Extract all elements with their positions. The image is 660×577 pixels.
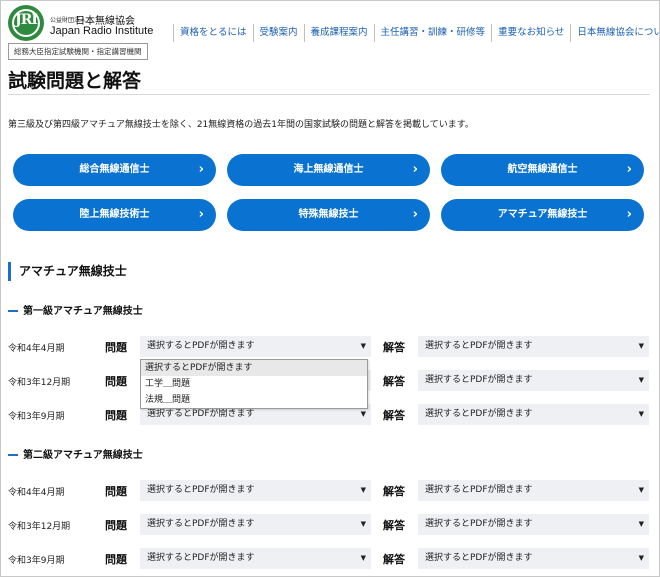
exam-period-label: 令和4年4月期: [8, 344, 65, 354]
org-name-en: Japan Radio Institute: [50, 25, 154, 37]
answer-label: 解答: [383, 409, 405, 422]
answer-label: 解答: [383, 341, 405, 354]
category-label: アマチュア無線技士: [497, 209, 588, 220]
chevron-right-icon: ›: [626, 162, 632, 177]
designation-badge: 総務大臣指定試験機関・指定講習機関: [8, 43, 148, 60]
category-button-maritime[interactable]: 海上無線通信士 ›: [227, 154, 430, 186]
dropdown-option[interactable]: 工学＿問題: [141, 376, 367, 392]
exam-period-label: 令和4年4月期: [8, 488, 65, 498]
page-lead: 第三級及び第四級アマチュア無線技士を除く、21無線資格の過去1年間の国家試験の問…: [8, 120, 474, 130]
problem-select[interactable]: 選択するとPDFが開きます▼: [140, 514, 371, 535]
category-grid: 総合無線通信士 › 海上無線通信士 › 航空無線通信士 › 陸上無線技術士 › …: [13, 154, 645, 232]
category-label: 海上無線通信士: [293, 164, 364, 175]
answer-select[interactable]: 選択するとPDFが開きます ▼: [418, 514, 649, 535]
exam-period-label: 令和3年12月期: [8, 522, 71, 532]
answer-label: 解答: [383, 485, 405, 498]
dropdown-option[interactable]: 法規＿問題: [141, 392, 367, 408]
dropdown-option[interactable]: 選択するとPDFが開きます: [141, 360, 367, 376]
site-logo[interactable]: JRI 公益財団法人 日本無線協会 Japan Radio Institute …: [8, 5, 153, 60]
nav-item-qualification[interactable]: 資格をとるには: [173, 24, 253, 42]
nav-item-notices[interactable]: 重要なお知らせ: [491, 24, 570, 42]
page-title: 試験問題と解答: [8, 70, 142, 92]
answer-select[interactable]: 選択するとPDFが開きます ▼: [418, 480, 649, 501]
chevron-right-icon: ›: [412, 162, 418, 177]
answer-label: 解答: [383, 375, 405, 388]
answer-select[interactable]: 選択するとPDFが開きます ▼: [418, 404, 649, 425]
problem-label: 問題: [105, 341, 127, 354]
answer-select[interactable]: 選択するとPDFが開きます ▼: [418, 370, 649, 391]
group-title-first-class: 第一級アマチュア無線技士: [8, 302, 143, 317]
triangle-down-icon: ▼: [360, 342, 366, 350]
category-button-amateur[interactable]: アマチュア無線技士 ›: [441, 199, 644, 231]
answer-label: 解答: [383, 519, 405, 532]
group-title-second-class: 第二級アマチュア無線技士: [8, 446, 143, 461]
dash-icon: [8, 310, 18, 312]
triangle-down-icon: ▼: [638, 554, 644, 562]
dash-icon: [8, 454, 18, 456]
problem-select[interactable]: 選択するとPDFが開きます▼: [140, 480, 371, 501]
problem-label: 問題: [105, 375, 127, 388]
logo-emblem-icon: JRI: [8, 5, 44, 41]
problem-label: 問題: [105, 485, 127, 498]
exam-period-label: 令和3年12月期: [8, 378, 71, 388]
chevron-right-icon: ›: [626, 207, 632, 222]
triangle-down-icon: ▼: [360, 554, 366, 562]
answer-select[interactable]: 選択するとPDFが開きます ▼: [418, 336, 649, 357]
nav-item-about[interactable]: 日本無線協会について: [570, 24, 660, 42]
problem-label: 問題: [105, 519, 127, 532]
triangle-down-icon: ▼: [638, 342, 644, 350]
global-nav: 資格をとるには 受験案内 養成課程案内 主任講習・訓練・研修等 重要なお知らせ …: [173, 24, 660, 42]
nav-item-exam-guide[interactable]: 受験案内: [252, 24, 304, 42]
exam-period-label: 令和3年9月期: [8, 556, 65, 566]
answer-label: 解答: [383, 553, 405, 566]
category-label: 総合無線通信士: [79, 164, 150, 175]
category-button-general[interactable]: 総合無線通信士 ›: [13, 154, 216, 186]
triangle-down-icon: ▼: [638, 486, 644, 494]
problem-dropdown-list: 選択するとPDFが開きます 工学＿問題 法規＿問題: [140, 359, 368, 409]
exam-period-label: 令和3年9月期: [8, 412, 65, 422]
triangle-down-icon: ▼: [638, 520, 644, 528]
section-title: アマチュア無線技士: [8, 262, 127, 281]
category-button-land[interactable]: 陸上無線技術士 ›: [13, 199, 216, 231]
category-label: 航空無線通信士: [507, 164, 578, 175]
answer-select[interactable]: 選択するとPDFが開きます ▼: [418, 548, 649, 569]
chevron-right-icon: ›: [198, 207, 204, 222]
triangle-down-icon: ▼: [638, 410, 644, 418]
problem-select[interactable]: 選択するとPDFが開きます▼: [140, 336, 371, 357]
nav-item-training-course[interactable]: 養成課程案内: [303, 24, 374, 42]
category-label: 特殊無線技士: [298, 209, 359, 220]
category-label: 陸上無線技術士: [79, 209, 150, 220]
category-button-special[interactable]: 特殊無線技士 ›: [227, 199, 430, 231]
problem-label: 問題: [105, 409, 127, 422]
chevron-right-icon: ›: [198, 162, 204, 177]
chevron-right-icon: ›: [412, 207, 418, 222]
problem-label: 問題: [105, 553, 127, 566]
triangle-down-icon: ▼: [360, 486, 366, 494]
triangle-down-icon: ▼: [638, 376, 644, 384]
triangle-down-icon: ▼: [360, 520, 366, 528]
title-divider: [8, 94, 650, 95]
problem-select[interactable]: 選択するとPDFが開きます▼: [140, 548, 371, 569]
category-button-aeronautical[interactable]: 航空無線通信士 ›: [441, 154, 644, 186]
nav-item-lectures[interactable]: 主任講習・訓練・研修等: [373, 24, 492, 42]
